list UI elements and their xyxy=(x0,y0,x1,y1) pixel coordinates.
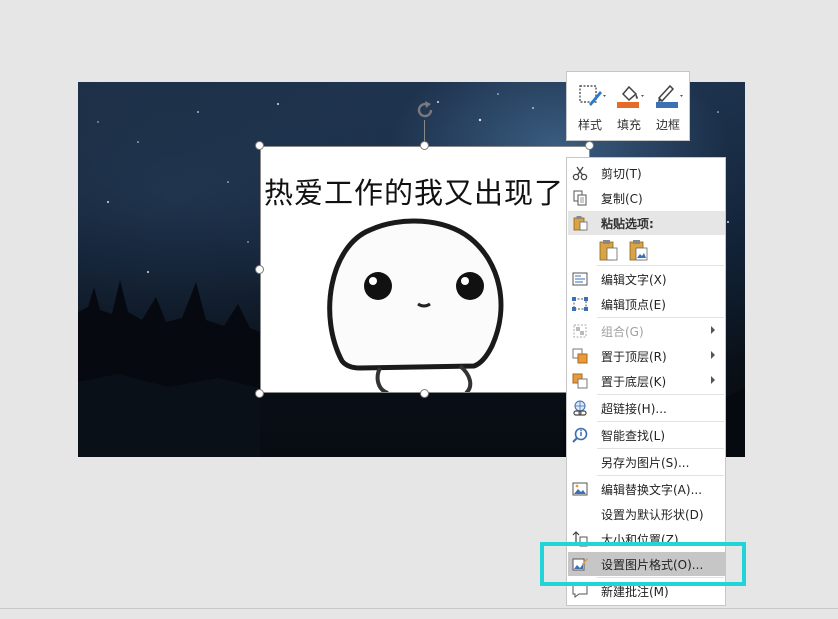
resize-handle-bottom-left[interactable] xyxy=(255,389,264,398)
menu-item-save-as-picture[interactable]: 另存为图片(S)... xyxy=(568,450,725,474)
alt-text-icon xyxy=(572,482,588,496)
edit-points-icon xyxy=(572,297,588,311)
menu-item-label: 剪切(T) xyxy=(601,167,642,181)
scissors-icon xyxy=(572,166,588,181)
mini-toolbar: 样式 填充 边框 xyxy=(566,71,690,141)
menu-separator xyxy=(597,265,724,266)
style-icon xyxy=(579,85,606,106)
copy-icon xyxy=(573,190,587,206)
paste-as-picture-icon[interactable] xyxy=(627,238,649,262)
menu-item-label: 置于底层(K) xyxy=(601,375,667,389)
submenu-arrow-icon xyxy=(711,351,715,359)
fill-label: 填充 xyxy=(616,118,641,132)
menu-item-smart-lookup[interactable]: 智能查找(L) xyxy=(568,423,725,447)
menu-item-edit-text[interactable]: 编辑文字(X) xyxy=(568,267,725,291)
edit-text-icon xyxy=(572,272,588,286)
fill-icon xyxy=(617,85,644,108)
menu-item-label: 组合(G) xyxy=(601,325,644,339)
menu-item-label: 设置为默认形状(D) xyxy=(601,508,704,522)
outline-button[interactable]: 边框 xyxy=(649,76,687,136)
outline-label: 边框 xyxy=(655,118,680,132)
fill-button[interactable]: 填充 xyxy=(610,76,648,136)
submenu-arrow-icon xyxy=(711,326,715,334)
menu-item-edit-points[interactable]: 编辑顶点(E) xyxy=(568,292,725,316)
rotate-handle[interactable] xyxy=(414,99,436,125)
menu-item-hyperlink[interactable]: 超链接(H)... xyxy=(568,396,725,420)
submenu-arrow-icon xyxy=(711,376,715,384)
menu-item-send-to-back[interactable]: 置于底层(K) xyxy=(568,369,725,393)
outline-icon xyxy=(656,84,683,108)
menu-item-cut[interactable]: 剪切(T) xyxy=(568,161,725,185)
highlight-annotation-box xyxy=(540,542,746,586)
smart-lookup-icon xyxy=(572,427,588,443)
menu-item-copy[interactable]: 复制(C) xyxy=(568,186,725,210)
menu-item-label: 超链接(H)... xyxy=(601,402,667,416)
group-icon xyxy=(573,324,587,338)
resize-handle-bottom[interactable] xyxy=(420,389,429,398)
menu-item-label: 编辑顶点(E) xyxy=(601,298,666,312)
menu-item-label: 复制(C) xyxy=(601,192,643,206)
menu-separator xyxy=(597,421,724,422)
paste-keep-formatting-icon[interactable] xyxy=(597,238,619,262)
clipboard-icon xyxy=(573,216,588,231)
menu-header-paste-options: 粘贴选项: xyxy=(568,211,725,235)
status-bar-divider xyxy=(0,608,838,609)
menu-item-group[interactable]: 组合(G) xyxy=(568,319,725,343)
send-to-back-icon xyxy=(572,373,588,389)
menu-item-label: 粘贴选项: xyxy=(601,217,654,231)
menu-separator xyxy=(597,317,724,318)
menu-item-label: 智能查找(L) xyxy=(601,429,666,443)
menu-item-edit-alt-text[interactable]: 编辑替换文字(A)... xyxy=(568,477,725,501)
selection-frame xyxy=(260,146,590,393)
resize-handle-top[interactable] xyxy=(420,141,429,150)
bring-to-front-icon xyxy=(572,348,588,364)
style-button[interactable]: 样式 xyxy=(571,76,609,136)
menu-item-label: 另存为图片(S)... xyxy=(601,456,690,470)
menu-item-label: 编辑文字(X) xyxy=(601,273,667,287)
hyperlink-icon xyxy=(573,400,587,416)
menu-separator xyxy=(597,475,724,476)
menu-separator xyxy=(597,394,724,395)
menu-item-label: 置于顶层(R) xyxy=(601,350,667,364)
menu-item-label: 编辑替换文字(A)... xyxy=(601,483,703,497)
resize-handle-left[interactable] xyxy=(255,265,264,274)
menu-separator xyxy=(597,448,724,449)
menu-item-bring-to-front[interactable]: 置于顶层(R) xyxy=(568,344,725,368)
menu-item-set-default-shape[interactable]: 设置为默认形状(D) xyxy=(568,502,725,526)
context-menu: 剪切(T) 复制(C) 粘贴选项: 编辑文字(X) 编辑顶点(E) 组合(G) … xyxy=(566,157,726,606)
style-label: 样式 xyxy=(577,118,602,132)
resize-handle-top-right[interactable] xyxy=(585,141,594,150)
resize-handle-top-left[interactable] xyxy=(255,141,264,150)
